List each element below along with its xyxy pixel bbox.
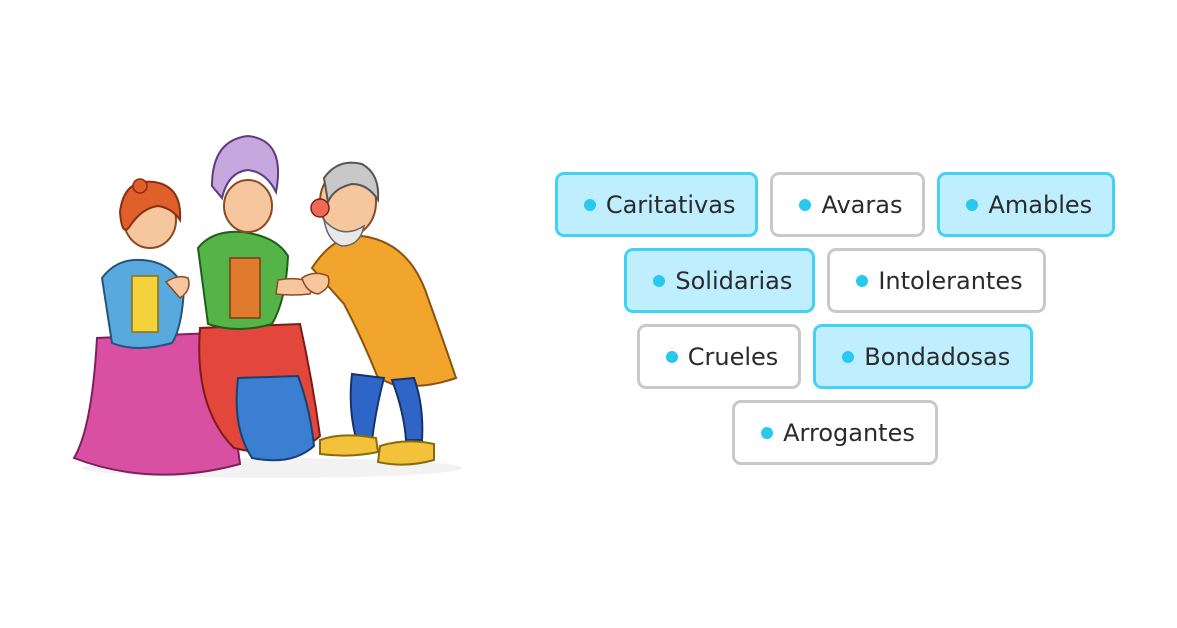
bullet-dot-icon [583,198,596,211]
old-man-figure [301,161,458,466]
option-label: Bondadosas [864,342,1011,371]
options-row: Crueles Bondadosas [540,324,1130,389]
option-intolerantes[interactable]: Intolerantes [827,248,1046,313]
options-group: Caritativas Avaras Amables Solidarias In… [540,172,1130,476]
option-label: Avaras [821,190,903,219]
bullet-dot-icon [653,274,666,287]
option-label: Crueles [687,342,779,371]
bullet-dot-icon [665,350,678,363]
options-row: Solidarias Intolerantes [540,248,1130,313]
options-row: Caritativas Avaras Amables [540,172,1130,237]
option-crueles[interactable]: Crueles [636,324,802,389]
bullet-dot-icon [761,426,774,439]
option-amables[interactable]: Amables [937,172,1116,237]
option-label: Arrogantes [783,418,915,447]
option-caritativas[interactable]: Caritativas [554,172,759,237]
options-row: Arrogantes [540,400,1130,465]
bullet-dot-icon [799,198,812,211]
option-label: Intolerantes [878,266,1023,295]
option-label: Caritativas [605,190,736,219]
option-bondadosas[interactable]: Bondadosas [813,324,1034,389]
option-label: Solidarias [675,266,793,295]
family-illustration [72,134,462,478]
bullet-dot-icon [966,198,979,211]
option-avaras[interactable]: Avaras [770,172,926,237]
option-solidarias[interactable]: Solidarias [624,248,816,313]
option-label: Amables [988,190,1093,219]
option-arrogantes[interactable]: Arrogantes [732,400,938,465]
bullet-dot-icon [842,350,855,363]
bullet-dot-icon [856,274,869,287]
mother-figure [196,134,322,462]
